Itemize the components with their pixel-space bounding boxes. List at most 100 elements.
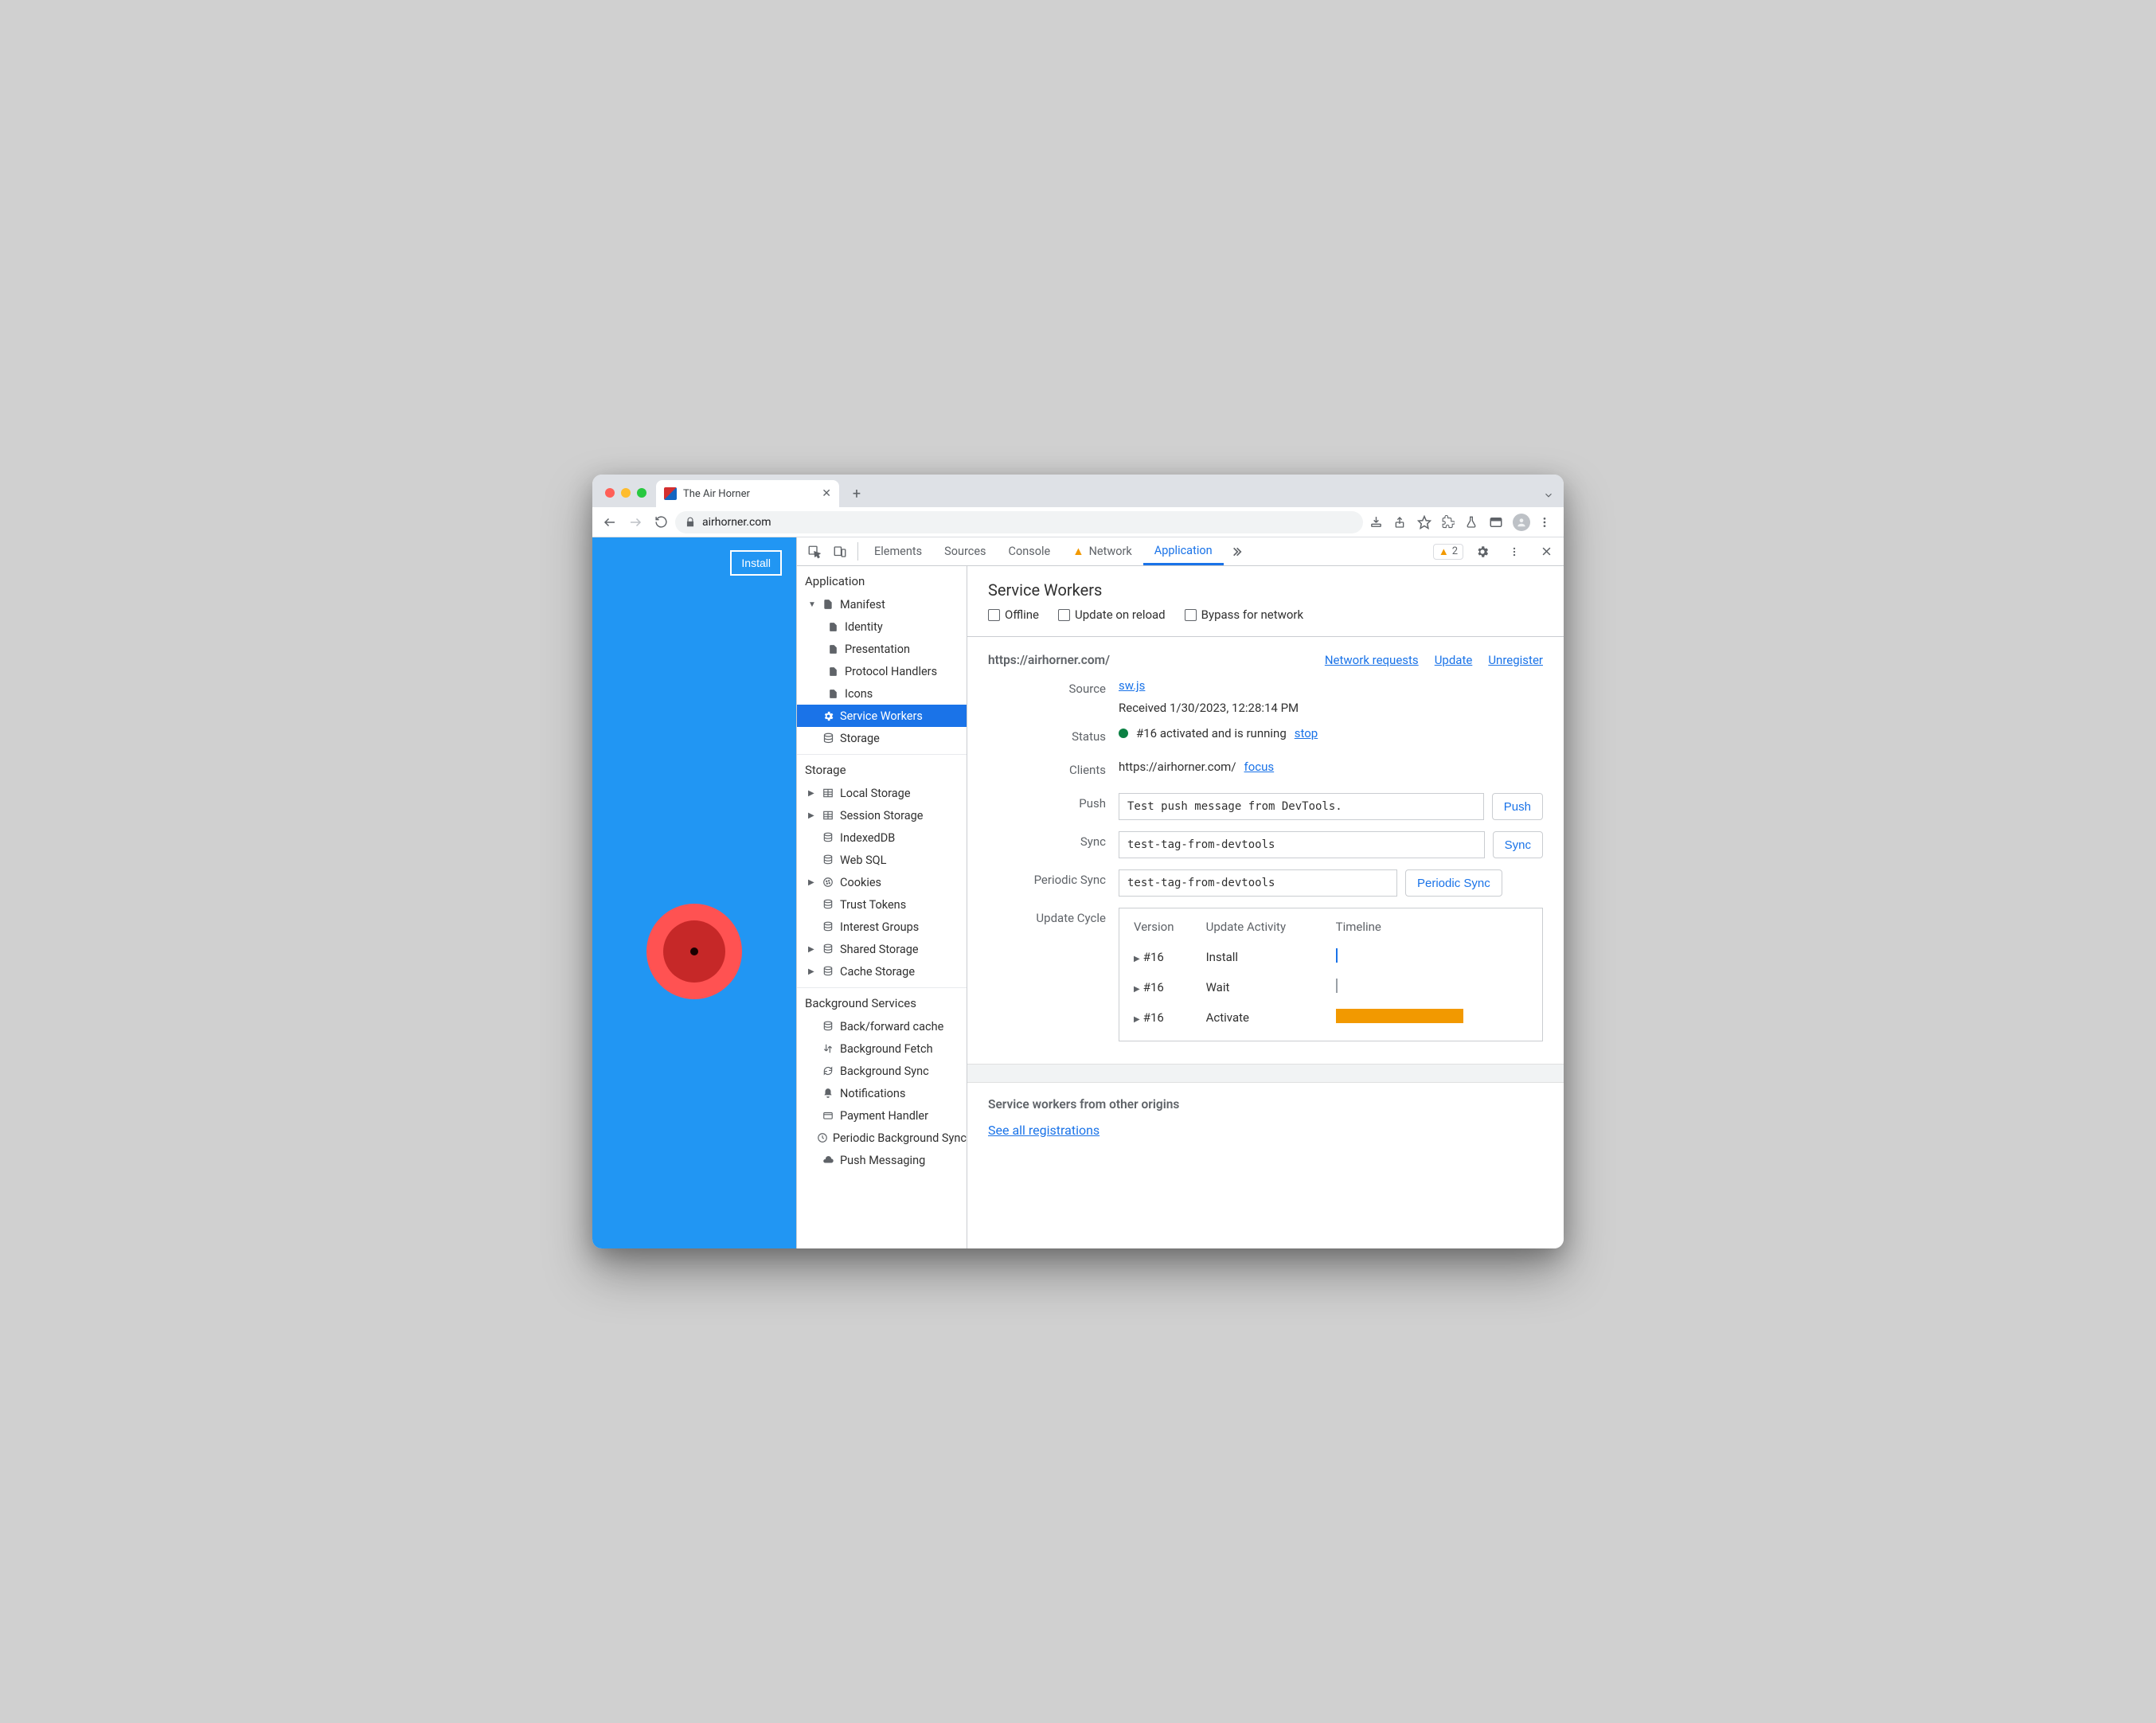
account-icon[interactable] bbox=[1489, 515, 1505, 529]
sidebar-item-back-forward-cache[interactable]: Back/forward cache bbox=[797, 1015, 967, 1037]
sidebar-item-indexeddb[interactable]: IndexedDB bbox=[797, 826, 967, 849]
tab-console[interactable]: Console bbox=[998, 537, 1062, 565]
link-update[interactable]: Update bbox=[1435, 653, 1473, 667]
close-tab-icon[interactable]: ✕ bbox=[822, 487, 831, 500]
install-button[interactable]: Install bbox=[730, 550, 782, 576]
sidebar-item-storage[interactable]: Storage bbox=[797, 727, 967, 749]
service-workers-pane: Service Workers Offline Update on reload… bbox=[967, 566, 1564, 1248]
table-icon bbox=[821, 810, 835, 821]
periodic-sync-button[interactable]: Periodic Sync bbox=[1405, 869, 1502, 897]
download-icon[interactable] bbox=[1369, 515, 1385, 529]
cycle-row-install[interactable]: ▶#16 Install bbox=[1131, 942, 1531, 972]
close-devtools-icon[interactable] bbox=[1533, 545, 1559, 557]
label-source: Source bbox=[988, 678, 1106, 696]
update-cycle-table: Version Update Activity Timeline ▶#16 In… bbox=[1119, 908, 1543, 1041]
sidebar-item-periodic-background-sync[interactable]: Periodic Background Sync bbox=[797, 1127, 967, 1149]
link-unregister[interactable]: Unregister bbox=[1488, 653, 1543, 667]
cycle-row-activate[interactable]: ▶#16 Activate bbox=[1131, 1002, 1531, 1033]
label-push: Push bbox=[988, 793, 1106, 811]
sidebar-item-protocol-handlers[interactable]: Protocol Handlers bbox=[797, 660, 967, 682]
gear-icon bbox=[821, 710, 835, 722]
col-timeline: Timeline bbox=[1333, 916, 1531, 942]
inspect-element-icon[interactable] bbox=[802, 537, 827, 565]
file-icon bbox=[826, 689, 840, 699]
device-toolbar-icon[interactable] bbox=[827, 537, 853, 565]
database-icon bbox=[821, 921, 835, 932]
source-file-link[interactable]: sw.js bbox=[1119, 678, 1145, 693]
sidebar-item-identity[interactable]: Identity bbox=[797, 615, 967, 638]
database-icon bbox=[821, 966, 835, 977]
cycle-row-wait[interactable]: ▶#16 Wait bbox=[1131, 972, 1531, 1002]
sidebar-item-websql[interactable]: Web SQL bbox=[797, 849, 967, 871]
expand-arrow-icon: ▶ bbox=[1134, 955, 1140, 963]
browser-window: The Air Horner ✕ + airhorner.com bbox=[592, 475, 1564, 1248]
browser-tab[interactable]: The Air Horner ✕ bbox=[656, 480, 839, 507]
forward-button[interactable] bbox=[624, 511, 646, 533]
close-window-icon[interactable] bbox=[605, 488, 615, 498]
toolbar-actions bbox=[1366, 514, 1557, 531]
devtools-tabbar: Elements Sources Console ▲ Network Appli… bbox=[797, 537, 1564, 566]
sidebar-item-cookies[interactable]: ▶Cookies bbox=[797, 871, 967, 893]
sidebar-item-manifest[interactable]: ▼ Manifest bbox=[797, 593, 967, 615]
sidebar-item-notifications[interactable]: Notifications bbox=[797, 1082, 967, 1104]
sidebar-item-cache-storage[interactable]: ▶Cache Storage bbox=[797, 960, 967, 983]
link-stop[interactable]: stop bbox=[1295, 726, 1318, 740]
sync-input[interactable] bbox=[1119, 831, 1485, 858]
checkbox-offline[interactable]: Offline bbox=[988, 608, 1039, 622]
sidebar-item-shared-storage[interactable]: ▶Shared Storage bbox=[797, 938, 967, 960]
checkbox-update-on-reload[interactable]: Update on reload bbox=[1058, 608, 1166, 622]
file-icon bbox=[821, 599, 835, 610]
sidebar-item-payment-handler[interactable]: Payment Handler bbox=[797, 1104, 967, 1127]
sidebar-item-presentation[interactable]: Presentation bbox=[797, 638, 967, 660]
sidebar-item-session-storage[interactable]: ▶Session Storage bbox=[797, 804, 967, 826]
profile-avatar-icon[interactable] bbox=[1513, 514, 1530, 531]
section-divider bbox=[967, 1064, 1564, 1083]
new-tab-button[interactable]: + bbox=[846, 483, 868, 505]
sidebar-item-background-fetch[interactable]: Background Fetch bbox=[797, 1037, 967, 1060]
tabs-overflow-icon[interactable] bbox=[1543, 490, 1554, 501]
issues-badge[interactable]: ▲ 2 bbox=[1433, 544, 1463, 560]
maximize-window-icon[interactable] bbox=[637, 488, 646, 498]
link-focus[interactable]: focus bbox=[1244, 760, 1275, 774]
file-icon bbox=[826, 644, 840, 654]
favicon-icon bbox=[664, 487, 677, 500]
sidebar-heading-background: Background Services bbox=[797, 988, 967, 1015]
periodic-sync-input[interactable] bbox=[1119, 869, 1397, 897]
checkbox-bypass-for-network[interactable]: Bypass for network bbox=[1185, 608, 1303, 622]
airhorn-dot bbox=[690, 947, 698, 955]
airhorn-button[interactable] bbox=[646, 904, 742, 999]
push-input[interactable] bbox=[1119, 793, 1484, 820]
chrome-menu-icon[interactable] bbox=[1538, 516, 1554, 529]
sync-button[interactable]: Sync bbox=[1493, 831, 1543, 858]
link-see-all-registrations[interactable]: See all registrations bbox=[988, 1123, 1099, 1138]
sidebar-item-push-messaging[interactable]: Push Messaging bbox=[797, 1149, 967, 1171]
extensions-icon[interactable] bbox=[1441, 515, 1457, 529]
sidebar-item-trust-tokens[interactable]: Trust Tokens bbox=[797, 893, 967, 916]
tab-elements[interactable]: Elements bbox=[863, 537, 933, 565]
minimize-window-icon[interactable] bbox=[621, 488, 631, 498]
share-icon[interactable] bbox=[1393, 516, 1409, 529]
push-button[interactable]: Push bbox=[1492, 793, 1543, 820]
bookmark-star-icon[interactable] bbox=[1417, 515, 1433, 529]
sidebar-item-icons[interactable]: Icons bbox=[797, 682, 967, 705]
tab-network[interactable]: ▲ Network bbox=[1061, 537, 1143, 565]
labs-icon[interactable] bbox=[1465, 516, 1481, 529]
devtools-menu-icon[interactable] bbox=[1502, 546, 1527, 557]
credit-card-icon bbox=[821, 1110, 835, 1121]
link-network-requests[interactable]: Network requests bbox=[1325, 653, 1419, 667]
back-button[interactable] bbox=[599, 511, 621, 533]
tab-sources[interactable]: Sources bbox=[933, 537, 997, 565]
reload-button[interactable] bbox=[650, 511, 672, 533]
url-text: airhorner.com bbox=[702, 516, 771, 529]
database-icon bbox=[821, 854, 835, 865]
tab-strip: The Air Horner ✕ + bbox=[592, 475, 1564, 507]
settings-gear-icon[interactable] bbox=[1470, 545, 1495, 559]
address-bar[interactable]: airhorner.com bbox=[675, 511, 1363, 533]
tab-application[interactable]: Application bbox=[1143, 537, 1224, 565]
tabs-overflow-icon[interactable] bbox=[1224, 537, 1249, 565]
sidebar-item-background-sync[interactable]: Background Sync bbox=[797, 1060, 967, 1082]
sidebar-item-local-storage[interactable]: ▶Local Storage bbox=[797, 782, 967, 804]
sidebar-item-service-workers[interactable]: Service Workers bbox=[797, 705, 967, 727]
status-text: #16 activated and is running bbox=[1136, 726, 1287, 740]
sidebar-item-interest-groups[interactable]: Interest Groups bbox=[797, 916, 967, 938]
